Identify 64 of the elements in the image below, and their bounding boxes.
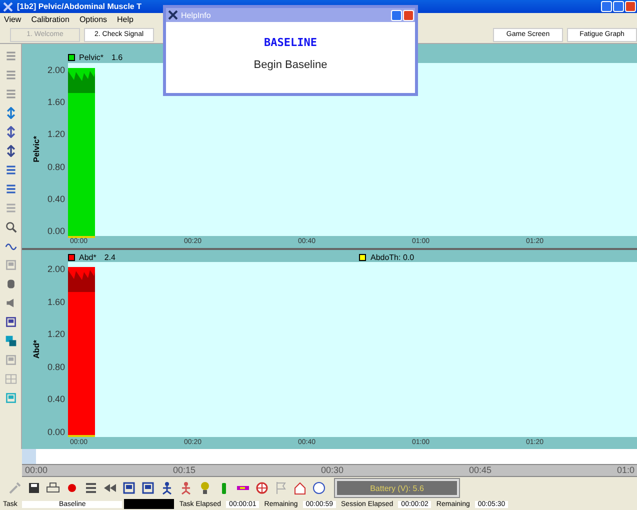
record-icon[interactable] — [65, 481, 79, 495]
bars-icon[interactable] — [4, 183, 16, 195]
bulb-icon[interactable] — [198, 481, 212, 495]
channel-reading: 2.4 — [104, 252, 116, 262]
window-title: [1b2] Pelvic/Abdominal Muscle T — [17, 2, 142, 11]
popup-title: HelpInfo — [181, 10, 211, 20]
arrows-icon[interactable] — [4, 145, 16, 157]
menu-item[interactable]: Calibration — [31, 15, 70, 24]
channel-name: Abd* — [79, 252, 96, 262]
minimize-button[interactable] — [601, 1, 612, 12]
close-button[interactable] — [625, 1, 636, 12]
y-tick-label: 0.80 — [47, 362, 65, 372]
y-tick-label: 2.00 — [47, 264, 65, 274]
battery-display: Battery (V): 5.6 — [335, 479, 459, 497]
time-tick-label: 00:00 — [25, 465, 48, 475]
bars-icon[interactable] — [4, 164, 16, 176]
y-tick-label: 1.20 — [47, 329, 65, 340]
circle-icon[interactable] — [312, 481, 326, 495]
threshold-label: AbdoTh: 0.0 — [370, 252, 414, 262]
rewind-icon[interactable] — [103, 481, 117, 495]
close-button[interactable] — [403, 10, 414, 20]
y-tick-label: 0.40 — [47, 194, 65, 204]
y-tick-label: 0.00 — [47, 426, 65, 437]
time-tick-label: 01:0 — [617, 465, 635, 475]
save-icon[interactable] — [27, 481, 41, 495]
house-icon[interactable] — [293, 481, 307, 495]
channel-name: Pelvic* — [79, 53, 104, 62]
y-tick-label: 1.60 — [47, 296, 65, 307]
popup-heading: BASELINE — [264, 36, 317, 49]
speaker-icon[interactable] — [4, 297, 16, 309]
screen-icon[interactable] — [141, 481, 155, 495]
y-axis-label: Abd* — [32, 340, 41, 359]
menu-item[interactable]: Options — [79, 15, 108, 24]
y-tick-label: 0.80 — [47, 162, 65, 172]
printer-icon[interactable] — [46, 481, 60, 495]
arrows-icon[interactable] — [4, 126, 16, 138]
y-tick-label: 0.00 — [47, 226, 65, 236]
time-tick-label: 00:45 — [469, 465, 492, 475]
maximize-button[interactable] — [391, 10, 402, 20]
popup-text: Begin Baseline — [254, 59, 328, 71]
selection-marker[interactable] — [22, 449, 36, 464]
maximize-button[interactable] — [613, 1, 624, 12]
status-panel — [124, 499, 174, 509]
arrows-icon[interactable] — [4, 107, 16, 119]
y-axis-label: Pelvic* — [32, 136, 41, 163]
time-tick-label: 00:15 — [173, 465, 196, 475]
y-tick-label: 0.40 — [47, 394, 65, 404]
app-icon — [168, 10, 178, 20]
y-tick-label: 1.60 — [47, 97, 65, 108]
bars-icon[interactable] — [84, 481, 98, 495]
y-tick-label: 1.20 — [47, 129, 65, 140]
figure-icon[interactable] — [160, 481, 174, 495]
screen-icon[interactable] — [4, 316, 16, 328]
windows-icon[interactable] — [4, 335, 16, 347]
window-icon[interactable] — [122, 481, 136, 495]
target-icon[interactable] — [255, 481, 269, 495]
channel-reading: 1.6 — [111, 53, 123, 62]
y-tick-label: 2.00 — [47, 64, 65, 75]
time-tick-label: 00:30 — [321, 465, 344, 475]
figure-icon[interactable] — [179, 481, 193, 495]
menu-item[interactable]: View — [4, 15, 22, 24]
app-icon — [3, 2, 13, 12]
menu-item[interactable]: Help — [117, 15, 134, 24]
magnifier-icon[interactable] — [4, 221, 16, 233]
